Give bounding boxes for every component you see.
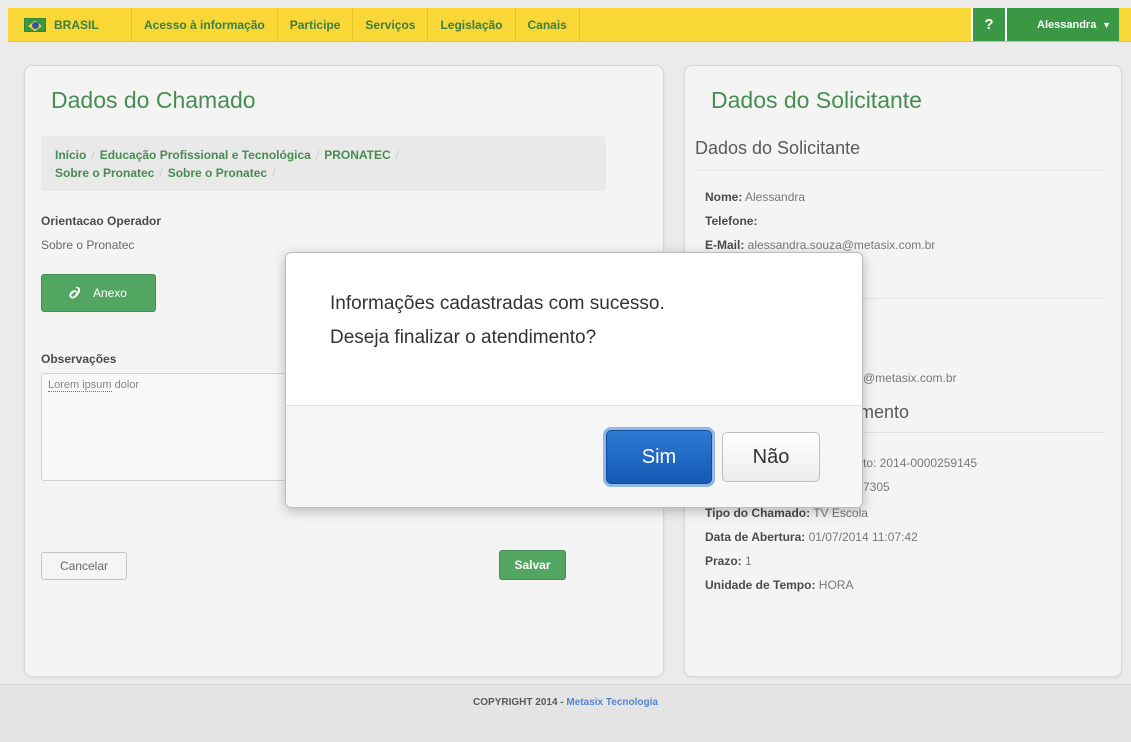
no-button[interactable]: Não [722,432,820,482]
dialog-footer: Sim Não [286,405,862,507]
yes-button[interactable]: Sim [606,430,712,484]
dialog-message: Informações cadastradas com sucesso. Des… [330,287,665,355]
dialog-line-1: Informações cadastradas com sucesso. [330,293,665,314]
dialog-line-2: Deseja finalizar o atendimento? [330,327,597,348]
confirm-dialog: Informações cadastradas com sucesso. Des… [285,252,863,508]
